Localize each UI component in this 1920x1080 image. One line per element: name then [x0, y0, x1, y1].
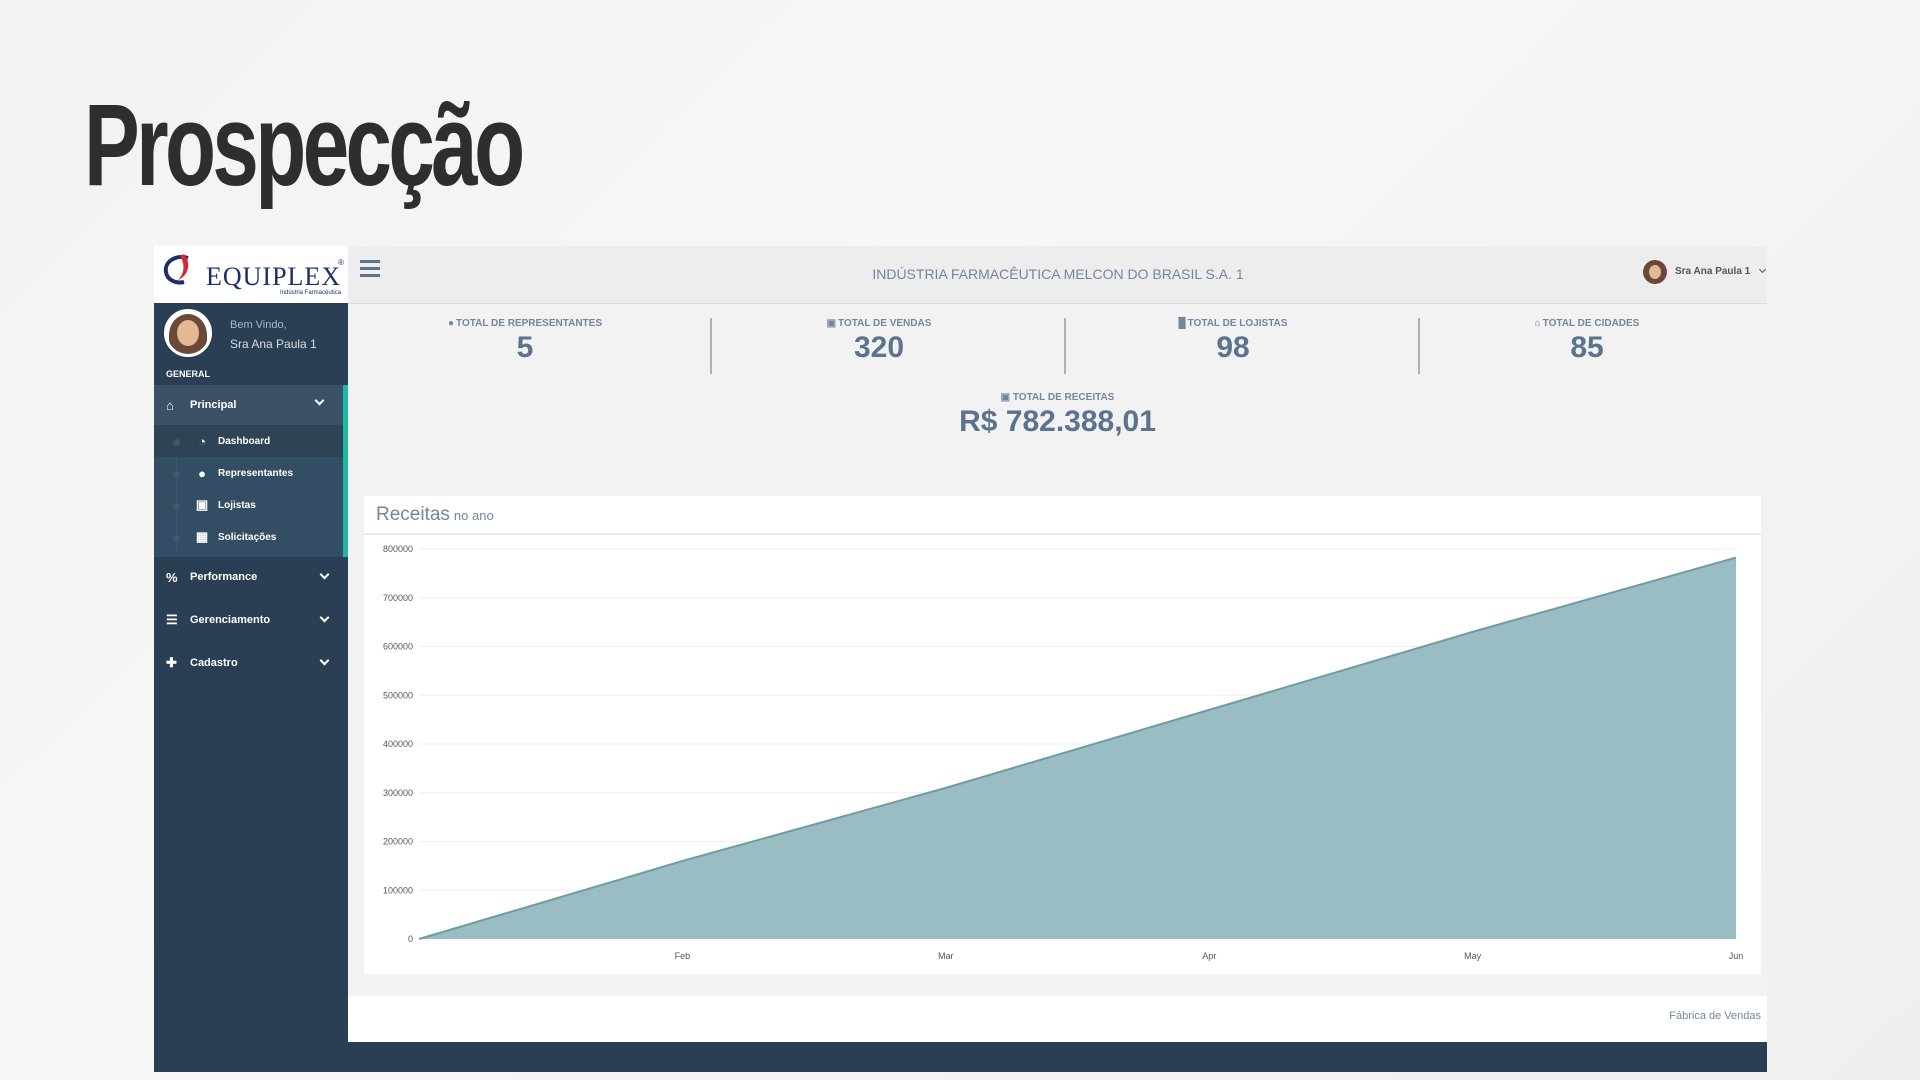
money-icon: ▣: [826, 318, 837, 329]
stat-label: TOTAL DE LOJISTAS: [1187, 318, 1288, 329]
y-tick-label: 200000: [383, 837, 413, 847]
stat-label: TOTAL DE CIDADES: [1542, 318, 1640, 329]
sidebar-item-label: Dashboard: [218, 435, 271, 447]
user-circle-icon: ●: [448, 318, 455, 329]
revenue-area-chart: 0 100000 200000 300000 400000 500000 600000 700…: [383, 544, 1744, 961]
y-tick-label: 800000: [383, 544, 413, 554]
panel-subtitle: no ano: [453, 508, 494, 523]
logo-text: EQUIPLEX: [206, 262, 342, 291]
top-navbar: INDÚSTRIA FARMACÊUTICA MELCON DO BRASIL …: [348, 246, 1767, 304]
building-icon: █: [1178, 318, 1186, 329]
stat-label: TOTAL DE RECEITAS: [1012, 392, 1115, 403]
app-window: EQUIPLEX ® Indústria Farmacêutica Bem Vi…: [154, 246, 1767, 1072]
stat-value: R$ 782.388,01: [959, 405, 1156, 438]
map-filled-icon: ▦: [195, 529, 209, 544]
sidebar-item-label: Solicitações: [218, 531, 277, 543]
avatar[interactable]: [164, 309, 212, 357]
stats-row: ● TOTAL DE REPRESENTANTES 5 ▣ TOTAL DE VEN…: [348, 304, 1767, 384]
stat-value: 320: [853, 331, 905, 364]
home-icon: ⌂: [166, 397, 174, 413]
sidebar-item-performance[interactable]: % Performance: [154, 559, 348, 595]
stat-value: 85: [1570, 331, 1604, 364]
pie-chart-icon: ◔: [198, 433, 206, 449]
sidebar-item-solicitacoes[interactable]: ▦ Solicitações: [154, 521, 343, 553]
percent-icon: %: [166, 569, 178, 585]
welcome-name: Sra Ana Paula 1: [230, 337, 317, 351]
sidebar-item-representantes[interactable]: ● Representantes: [154, 457, 343, 489]
home-icon: ⌂: [1534, 318, 1541, 329]
user-menu[interactable]: Sra Ana Paula 1: [1643, 260, 1767, 286]
footer: Fábrica de Vendas: [348, 996, 1767, 1042]
logo-registered: ®: [338, 258, 344, 267]
sidebar-item-cadastro[interactable]: ✚ Cadastro: [154, 645, 348, 681]
chevron-down-icon: [319, 569, 330, 580]
slide-title: Prospecção: [84, 80, 525, 210]
sidebar-item-gerenciamento[interactable]: ☰ Gerenciamento: [154, 602, 348, 638]
stat-value: 5: [516, 331, 534, 364]
footer-text: Fábrica de Vendas: [1669, 1010, 1761, 1022]
list-icon: ☰: [166, 612, 178, 627]
sidebar-item-label: Performance: [190, 571, 258, 583]
user-profile: Bem Vindo, Sra Ana Paula 1: [154, 303, 348, 369]
submenu-principal: ◔ Dashboard ● Representantes ▣ Lojistas …: [154, 425, 343, 557]
sidebar-item-label: Principal: [190, 399, 237, 411]
logo-subtitle: Indústria Farmacêutica: [280, 290, 342, 296]
x-tick-label: Jun: [1729, 951, 1744, 961]
chevron-down-icon: [1758, 265, 1767, 274]
map-outline-icon: ▣: [195, 497, 209, 512]
map-pin-icon: ●: [198, 465, 206, 481]
x-tick-label: Apr: [1202, 951, 1216, 961]
sidebar-item-label: Representantes: [218, 467, 294, 479]
stat-receitas: ▣ TOTAL DE RECEITAS R$ 782.388,01: [348, 384, 1767, 464]
y-tick-label: 600000: [383, 642, 413, 652]
company-name: INDÚSTRIA FARMACÊUTICA MELCON DO BRASIL …: [872, 266, 1244, 282]
sidebar-item-principal[interactable]: ⌂ Principal: [154, 385, 343, 425]
panel-header: Receitas no ano: [364, 496, 1761, 535]
sidebar-item-label: Cadastro: [190, 657, 238, 669]
chevron-down-icon: [319, 655, 330, 666]
menu-group-principal: ⌂ Principal ◔ Dashboard ● Representantes: [154, 385, 348, 557]
chevron-down-icon: [319, 612, 330, 623]
sidebar: EQUIPLEX ® Indústria Farmacêutica Bem Vi…: [154, 246, 348, 1072]
panel-title: Receitas: [376, 504, 450, 525]
stat-vendas: ▣ TOTAL DE VENDAS 320: [702, 318, 1056, 365]
y-tick-label: 400000: [383, 739, 413, 749]
stat-lojistas: █ TOTAL DE LOJISTAS 98: [1056, 318, 1410, 365]
x-tick-label: Feb: [675, 951, 691, 961]
welcome-text: Bem Vindo,: [230, 319, 287, 331]
chevron-down-icon: [314, 395, 325, 406]
revenue-chart-panel: Receitas no ano 0 100000 200000 300000 400000…: [364, 496, 1761, 974]
sidebar-item-lojistas[interactable]: ▣ Lojistas: [154, 489, 343, 521]
user-name: Sra Ana Paula 1: [1675, 266, 1751, 277]
section-general: GENERAL: [166, 369, 211, 379]
menu-toggle-icon[interactable]: [360, 260, 380, 281]
y-tick-label: 500000: [383, 690, 413, 700]
money-icon: ▣: [1000, 392, 1011, 403]
stat-cidades: ⌂ TOTAL DE CIDADES 85: [1410, 318, 1764, 365]
x-tick-label: Mar: [938, 951, 954, 961]
y-tick-label: 300000: [383, 788, 413, 798]
sidebar-item-label: Lojistas: [218, 499, 256, 511]
sidebar-item-dashboard[interactable]: ◔ Dashboard: [154, 425, 343, 457]
avatar: [1643, 260, 1667, 284]
brand-logo[interactable]: EQUIPLEX ® Indústria Farmacêutica: [154, 246, 348, 303]
y-tick-label: 100000: [383, 885, 413, 895]
stat-value: 98: [1216, 331, 1250, 364]
y-tick-label: 0: [408, 934, 413, 944]
x-tick-label: May: [1464, 951, 1482, 961]
logo-swoosh-icon: [163, 254, 189, 285]
y-tick-label: 700000: [383, 593, 413, 603]
main-content: INDÚSTRIA FARMACÊUTICA MELCON DO BRASIL …: [348, 246, 1767, 1042]
stat-label: TOTAL DE REPRESENTANTES: [456, 318, 602, 329]
stat-representantes: ● TOTAL DE REPRESENTANTES 5: [348, 318, 702, 365]
stat-label: TOTAL DE VENDAS: [838, 318, 932, 329]
plus-icon: ✚: [166, 655, 177, 670]
sidebar-item-label: Gerenciamento: [190, 614, 271, 626]
